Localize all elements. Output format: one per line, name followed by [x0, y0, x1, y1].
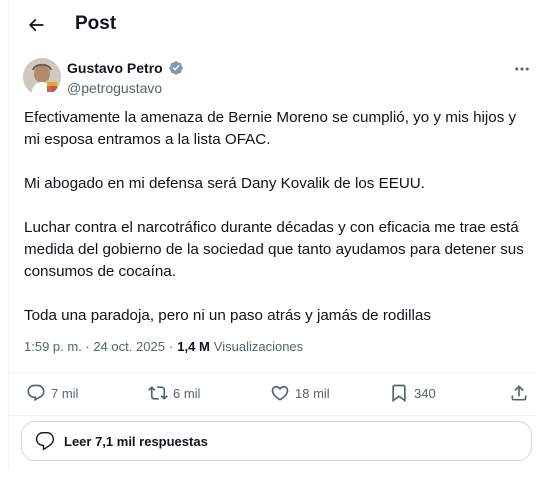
views-count: 1,4 M [177, 339, 210, 354]
bookmark-icon [392, 384, 406, 403]
share-button[interactable] [509, 383, 529, 403]
post-header: Post [9, 0, 536, 50]
repost-icon [148, 386, 168, 400]
bookmark-button[interactable]: 340 [389, 383, 436, 403]
arrow-left-icon [28, 18, 44, 32]
page-title: Post [75, 13, 117, 34]
avatar-image [23, 58, 61, 96]
bookmark-count: 340 [414, 385, 436, 401]
verified-badge-icon [168, 60, 184, 76]
views-label: Visualizaciones [213, 339, 304, 354]
read-replies-button[interactable]: Leer 7,1 mil respuestas [21, 421, 532, 461]
tweet-text: Efectivamente la amenaza de Bernie Moren… [24, 107, 534, 349]
read-replies-label: Leer 7,1 mil respuestas [64, 433, 208, 449]
timestamp[interactable]: 1:59 p. m. · 24 oct. 2025 [24, 339, 165, 354]
tweet-paragraph: Mi abogado en mi defensa será Dany Koval… [24, 175, 425, 192]
meta-separator: · [168, 339, 174, 354]
repost-count: 6 mil [173, 385, 201, 401]
reply-count: 7 mil [51, 385, 79, 401]
tweet-paragraph: Toda una paradoja, pero ni un paso atrás… [24, 307, 431, 324]
author-handle[interactable]: @petrogustavo [67, 80, 162, 96]
post-view: Post Gustavo Petro @petrogustavo Efectiv… [8, 0, 536, 470]
more-dots-icon [515, 67, 529, 71]
like-button[interactable]: 18 mil [270, 383, 330, 403]
more-options-button[interactable] [511, 58, 533, 80]
author-name-text: Gustavo Petro [67, 60, 163, 76]
heart-icon [271, 385, 289, 401]
tweet-paragraph: Luchar contra el narcotráfico durante dé… [24, 219, 524, 280]
tweet-paragraph: Efectivamente la amenaza de Bernie Moren… [24, 109, 517, 148]
back-button[interactable] [21, 10, 51, 40]
tweet-meta: 1:59 p. m. · 24 oct. 2025 · 1,4 M Visual… [24, 339, 303, 354]
repost-button[interactable]: 6 mil [148, 383, 200, 403]
author-name[interactable]: Gustavo Petro [67, 60, 184, 76]
reply-button[interactable]: 7 mil [26, 383, 78, 403]
avatar[interactable] [23, 58, 61, 96]
like-count: 18 mil [295, 385, 330, 401]
reply-icon [27, 384, 45, 402]
share-icon [511, 385, 527, 401]
action-bar: 7 mil 6 mil 18 mil 340 [9, 372, 536, 416]
chat-bubbles-icon [35, 432, 55, 451]
